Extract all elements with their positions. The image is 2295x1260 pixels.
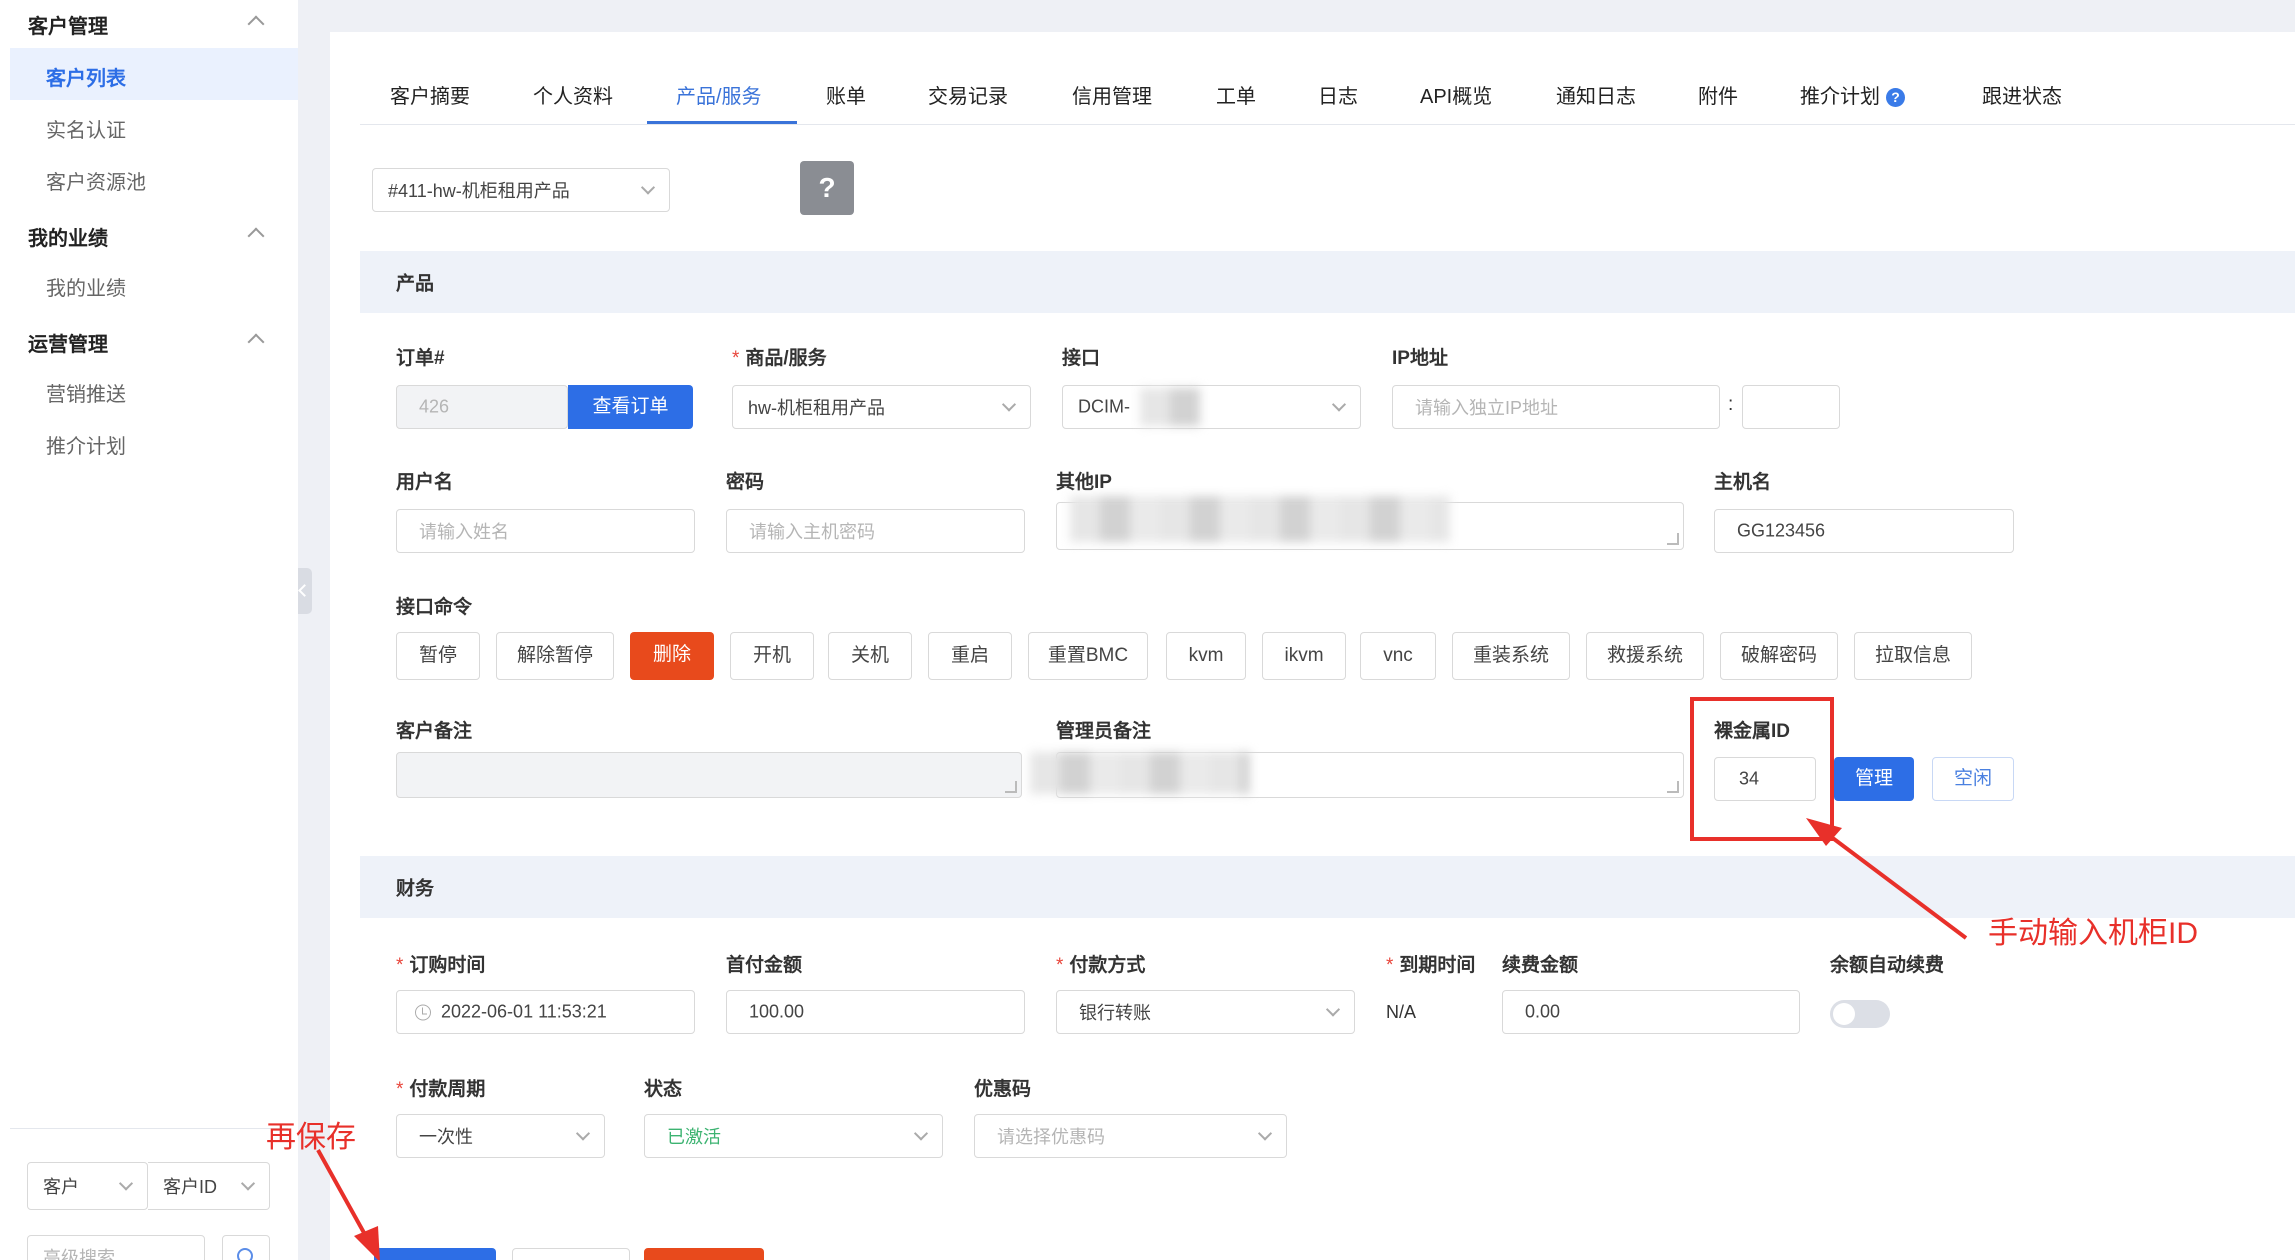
arrow-head	[354, 1226, 380, 1260]
arrow-line	[316, 1149, 370, 1241]
annotation-cabinet-id: 手动输入机柜ID	[1988, 917, 2198, 950]
arrow-line	[1828, 834, 1968, 940]
annotation-arrows	[316, 818, 1968, 1260]
annotation-save-again: 再保存	[266, 1121, 356, 1154]
